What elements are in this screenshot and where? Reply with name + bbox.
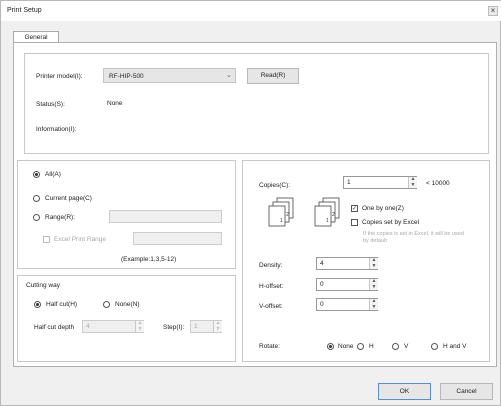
rotate-v-radio[interactable] bbox=[392, 343, 399, 350]
rotate-h-label: H bbox=[369, 343, 374, 350]
half-cut-depth-input[interactable]: 4 ▲ ▼ bbox=[82, 320, 144, 333]
one-by-one-label: One by one(Z) bbox=[362, 205, 404, 212]
half-cut-radio[interactable] bbox=[34, 301, 41, 308]
copies-spin-down[interactable]: ▼ bbox=[408, 183, 417, 188]
v-offset-value: 0 bbox=[320, 301, 324, 308]
v-offset-input[interactable]: 0 ▲ ▼ bbox=[316, 298, 378, 311]
current-page-label: Current page(C) bbox=[45, 195, 92, 202]
svg-text:1: 1 bbox=[326, 218, 329, 224]
status-value: None bbox=[107, 100, 123, 107]
density-label: Density: bbox=[259, 262, 283, 269]
h-offset-spin-down[interactable]: ▼ bbox=[369, 285, 378, 290]
density-input[interactable]: 4 ▲ ▼ bbox=[316, 257, 378, 270]
printer-panel: Printer model(I): RF-HIP-500 ⌄ Read(R) S… bbox=[24, 53, 489, 154]
ok-button-label: OK bbox=[399, 388, 410, 395]
half-cut-depth-value: 4 bbox=[86, 323, 90, 330]
half-cut-depth-spin-down[interactable]: ▼ bbox=[135, 327, 144, 332]
rotate-h-and-v-radio[interactable] bbox=[431, 343, 438, 350]
all-label: All(A) bbox=[45, 171, 61, 178]
range-example: (Example:1,3,5-12) bbox=[121, 256, 177, 263]
copies-excel-note: If the copies is set in Excel, it will b… bbox=[363, 231, 464, 244]
excel-range-input[interactable] bbox=[133, 232, 222, 245]
information-label: Information(I): bbox=[36, 126, 77, 133]
none-cut-radio[interactable] bbox=[103, 301, 110, 308]
read-button[interactable]: Read(R) bbox=[247, 68, 299, 84]
close-icon: × bbox=[490, 6, 496, 15]
chevron-down-icon: ⌄ bbox=[226, 72, 232, 79]
range-radio[interactable] bbox=[33, 214, 40, 221]
none-cut-label: None(N) bbox=[115, 301, 140, 308]
range-label: Range(R): bbox=[45, 214, 75, 221]
rotate-h-and-v-label: H and V bbox=[443, 343, 467, 350]
h-offset-input[interactable]: 0 ▲ ▼ bbox=[316, 278, 378, 291]
density-spin-down[interactable]: ▼ bbox=[369, 264, 378, 269]
close-button[interactable]: × bbox=[488, 6, 498, 16]
excel-range-label: Excel Print Range bbox=[54, 236, 107, 243]
copies-label: Copies(C): bbox=[259, 182, 291, 189]
step-input[interactable]: 1 ▲ ▼ bbox=[190, 320, 222, 333]
half-cut-label: Half cut(H) bbox=[46, 301, 78, 308]
printer-model-value: RF-HIP-500 bbox=[109, 73, 144, 80]
h-offset-label: H-offset: bbox=[259, 283, 284, 290]
print-range-panel: All(A) Current page(C) Range(R): Excel P… bbox=[17, 160, 236, 269]
title-bar: Print Setup × bbox=[1, 1, 501, 21]
ok-button[interactable]: OK bbox=[378, 383, 431, 400]
step-spin-down[interactable]: ▼ bbox=[213, 327, 222, 332]
svg-text:1: 1 bbox=[280, 218, 283, 224]
half-cut-depth-label: Half cut depth bbox=[34, 324, 75, 331]
svg-text:2: 2 bbox=[332, 212, 335, 218]
rotate-label: Rotate: bbox=[259, 343, 280, 350]
excel-range-checkbox[interactable] bbox=[43, 236, 50, 243]
copies-value: 1 bbox=[347, 179, 351, 186]
rotate-v-label: V bbox=[404, 343, 409, 350]
step-label: Step(I): bbox=[163, 324, 185, 331]
svg-text:2: 2 bbox=[286, 212, 289, 218]
copies-panel: Copies(C): 1 ▲ ▼ < 10000 1 2 1 2 ✓ One b… bbox=[242, 160, 490, 362]
cancel-button[interactable]: Cancel bbox=[440, 383, 493, 400]
window-title: Print Setup bbox=[7, 7, 42, 14]
rotate-none-radio[interactable] bbox=[327, 343, 334, 350]
printer-model-label: Printer model(I): bbox=[36, 73, 83, 80]
rotate-none-label: None bbox=[338, 343, 354, 350]
cutting-way-panel: Cutting way Half cut(H) None(N) Half cut… bbox=[17, 275, 236, 362]
one-by-one-checkbox[interactable]: ✓ bbox=[351, 205, 358, 212]
v-offset-label: V-offset: bbox=[259, 303, 283, 310]
step-value: 1 bbox=[194, 323, 198, 330]
collate-stack-icon: 1 2 bbox=[268, 197, 294, 227]
copies-max: < 10000 bbox=[426, 180, 450, 187]
general-tab-content: Printer model(I): RF-HIP-500 ⌄ Read(R) S… bbox=[13, 42, 497, 367]
cancel-button-label: Cancel bbox=[456, 388, 477, 395]
copies-input[interactable]: 1 ▲ ▼ bbox=[343, 176, 417, 189]
density-value: 4 bbox=[320, 260, 324, 267]
status-label: Status(S): bbox=[36, 101, 65, 108]
read-button-label: Read(R) bbox=[260, 72, 286, 79]
cutting-way-label: Cutting way bbox=[26, 282, 60, 289]
print-setup-dialog: Print Setup × General Printer model(I): … bbox=[0, 0, 501, 406]
h-offset-value: 0 bbox=[320, 281, 324, 288]
current-page-radio[interactable] bbox=[33, 195, 40, 202]
collate-sequence-icon: 1 2 bbox=[314, 197, 340, 227]
printer-model-select[interactable]: RF-HIP-500 ⌄ bbox=[103, 68, 236, 83]
rotate-h-radio[interactable] bbox=[357, 343, 364, 350]
all-radio[interactable] bbox=[33, 171, 40, 178]
v-offset-spin-down[interactable]: ▼ bbox=[369, 305, 378, 310]
range-input[interactable] bbox=[109, 210, 222, 223]
check-icon: ✓ bbox=[352, 206, 358, 212]
copies-by-excel-label: Copies set by Excel bbox=[362, 219, 420, 226]
copies-by-excel-checkbox[interactable] bbox=[351, 219, 358, 226]
